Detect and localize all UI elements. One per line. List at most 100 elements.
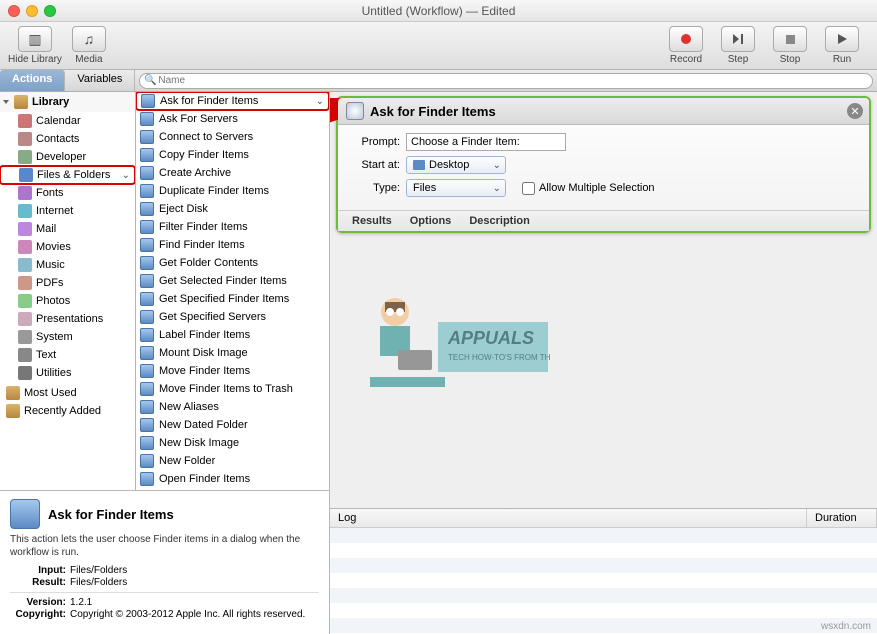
category-icon — [18, 222, 32, 236]
action-item[interactable]: Get Specified Servers — [136, 308, 329, 326]
library-item[interactable]: Internet — [0, 202, 135, 220]
tab-variables[interactable]: Variables — [65, 70, 135, 91]
action-item[interactable]: Copy Finder Items — [136, 146, 329, 164]
record-label: Record — [669, 54, 703, 65]
library-item[interactable]: PDFs — [0, 274, 135, 292]
action-item[interactable]: Ask For Servers — [136, 110, 329, 128]
log-row — [330, 558, 877, 573]
action-item[interactable]: Duplicate Finder Items — [136, 182, 329, 200]
action-item[interactable]: Mount Disk Image — [136, 344, 329, 362]
library-item[interactable]: Most Used — [0, 384, 135, 402]
action-item[interactable]: New Aliases — [136, 398, 329, 416]
card-header[interactable]: Ask for Finder Items ✕ — [338, 98, 869, 125]
action-item[interactable]: Connect to Servers — [136, 128, 329, 146]
info-description: This action lets the user choose Finder … — [10, 533, 319, 559]
finder-icon — [140, 292, 154, 306]
log-header: Log Duration — [330, 509, 877, 528]
finder-icon — [140, 436, 154, 450]
hide-library-button[interactable]: ▥ Hide Library — [8, 26, 62, 65]
library-item[interactable]: Fonts — [0, 184, 135, 202]
action-item-label: Get Selected Finder Items — [159, 275, 287, 287]
action-item[interactable]: Get Selected Finder Items — [136, 272, 329, 290]
log-panel: Log Duration — [330, 508, 877, 634]
library-item[interactable]: Recently Added — [0, 402, 135, 420]
action-item[interactable]: Open Finder Items — [136, 470, 329, 488]
step-button[interactable]: Step — [721, 26, 755, 65]
stop-button[interactable]: Stop — [773, 26, 807, 65]
info-version-value: 1.2.1 — [70, 597, 319, 608]
library-item[interactable]: System — [0, 328, 135, 346]
info-copyright-value: Copyright © 2003-2012 Apple Inc. All rig… — [70, 609, 319, 620]
action-item[interactable]: New Folder — [136, 452, 329, 470]
footer-results[interactable]: Results — [352, 215, 392, 227]
library-item[interactable]: Music — [0, 256, 135, 274]
type-value: Files — [413, 182, 436, 194]
workflow-canvas[interactable]: Ask for Finder Items ✕ Prompt: Start at:… — [330, 92, 877, 634]
action-item-label: New Dated Folder — [159, 419, 248, 431]
library-item[interactable]: Developer — [0, 148, 135, 166]
library-item[interactable]: Files & Folders — [0, 166, 135, 184]
library-item[interactable]: Text — [0, 346, 135, 364]
run-button[interactable]: Run — [825, 26, 859, 65]
credit-text: wsxdn.com — [821, 621, 871, 632]
footer-description[interactable]: Description — [469, 215, 530, 227]
info-result-label: Result: — [10, 577, 70, 588]
close-card-button[interactable]: ✕ — [847, 103, 863, 119]
search-input[interactable] — [139, 73, 873, 89]
action-item[interactable]: Move Finder Items to Trash — [136, 380, 329, 398]
log-col-log[interactable]: Log — [330, 509, 807, 527]
action-item-label: Get Folder Contents — [159, 257, 258, 269]
type-select[interactable]: Files — [406, 179, 506, 197]
category-icon — [18, 114, 32, 128]
library-item[interactable]: Calendar — [0, 112, 135, 130]
finder-icon — [140, 472, 154, 486]
library-item[interactable]: Contacts — [0, 130, 135, 148]
action-item[interactable]: Label Finder Items — [136, 326, 329, 344]
category-icon — [18, 276, 32, 290]
tab-row: Actions Variables 🔍 — [0, 70, 877, 92]
prompt-label: Prompt: — [348, 136, 400, 148]
action-item-label: New Folder — [159, 455, 215, 467]
library-item[interactable]: Presentations — [0, 310, 135, 328]
log-row — [330, 528, 877, 543]
library-list: Calendar ContactsDeveloper Files & Folders… — [0, 112, 135, 382]
library-header[interactable]: Library — [0, 92, 135, 112]
library-item-label: Files & Folders — [37, 169, 110, 181]
library-item-label: Recently Added — [24, 405, 101, 417]
library-item-label: Calendar — [36, 115, 81, 127]
desktop-icon — [413, 160, 425, 170]
library-item[interactable]: Mail — [0, 220, 135, 238]
action-item-label: Create Archive — [159, 167, 231, 179]
start-at-select[interactable]: Desktop — [406, 156, 506, 174]
action-item-label: Mount Disk Image — [159, 347, 248, 359]
category-icon — [18, 132, 32, 146]
folder-icon — [6, 404, 20, 418]
action-item[interactable]: Get Folder Contents — [136, 254, 329, 272]
finder-icon — [140, 328, 154, 342]
action-item-label: Get Specified Servers — [159, 311, 266, 323]
category-icon — [18, 294, 32, 308]
action-item[interactable]: Move Finder Items — [136, 362, 329, 380]
action-item[interactable]: Create Archive — [136, 164, 329, 182]
library-item[interactable]: Utilities — [0, 364, 135, 382]
tab-actions[interactable]: Actions — [0, 70, 65, 91]
footer-options[interactable]: Options — [410, 215, 452, 227]
prompt-input[interactable] — [406, 133, 566, 151]
log-col-duration[interactable]: Duration — [807, 509, 877, 527]
action-item[interactable]: Eject Disk — [136, 200, 329, 218]
media-button[interactable]: ♫ Media — [72, 26, 106, 65]
record-button[interactable]: Record — [669, 26, 703, 65]
action-item[interactable]: New Disk Image — [136, 434, 329, 452]
allow-multiple-checkbox[interactable] — [522, 182, 535, 195]
action-item[interactable]: Find Finder Items — [136, 236, 329, 254]
category-icon — [18, 348, 32, 362]
library-item[interactable]: Movies — [0, 238, 135, 256]
library-item[interactable]: Photos — [0, 292, 135, 310]
finder-icon — [140, 148, 154, 162]
action-item[interactable]: Ask for Finder Items — [136, 92, 329, 110]
action-card: Ask for Finder Items ✕ Prompt: Start at:… — [336, 96, 871, 233]
action-item[interactable]: New Dated Folder — [136, 416, 329, 434]
action-item[interactable]: Filter Finder Items — [136, 218, 329, 236]
action-item[interactable]: Get Specified Finder Items — [136, 290, 329, 308]
log-row — [330, 618, 877, 633]
